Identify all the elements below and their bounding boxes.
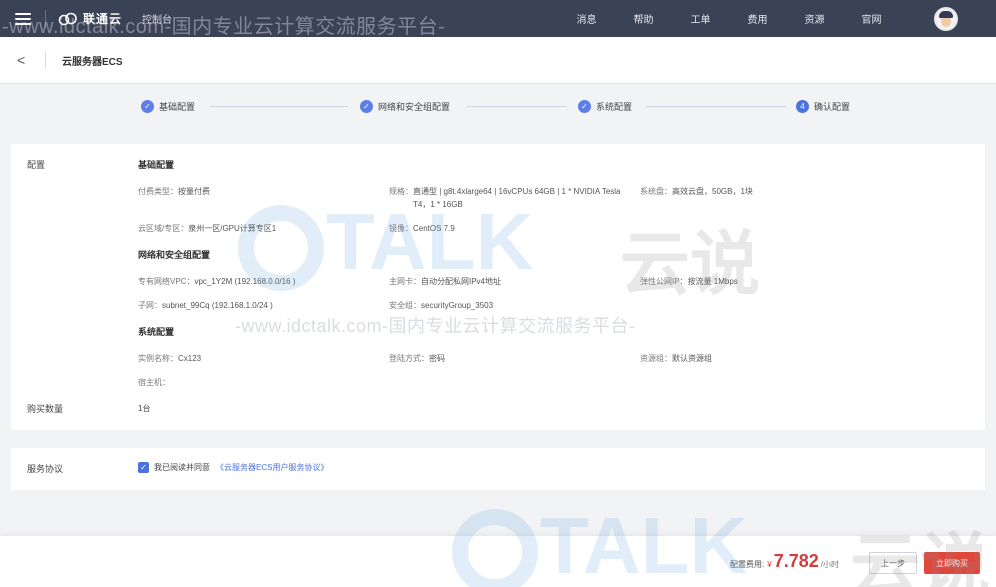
watermark-url-mid: -www.idctalk.com-国内专业云计算交流服务平台- — [235, 316, 636, 336]
section-title-network: 网络和安全组配置 — [138, 250, 211, 260]
agreement-card: 服务协议 ✓ 我已阅读并同意 《云服务器ECS用户服务协议》 — [11, 448, 985, 490]
login-method: 登陆方式：密码 — [389, 354, 445, 363]
step-label: 基础配置 — [159, 102, 196, 112]
currency-symbol: ¥ — [767, 560, 772, 569]
step-label: 确认配置 — [814, 102, 851, 112]
step-network[interactable]: ✓ 网络和安全组配置 — [360, 100, 450, 113]
agreement-link[interactable]: 《云服务器ECS用户服务协议》 — [216, 463, 328, 472]
watermark-logo-cn: 云说 — [620, 225, 760, 303]
security-group: 安全组：securityGroup_3503 — [389, 301, 494, 310]
watermark-logo-bottom: TALK — [450, 500, 747, 587]
agreement-label: 服务协议 — [27, 464, 64, 474]
step-confirm[interactable]: 4 确认配置 — [796, 100, 850, 113]
wizard-steps: ✓ 基础配置 ✓ 网络和安全组配置 ✓ 系统配置 4 确认配置 — [0, 84, 996, 130]
watermark-logo-cn-bottom: 云说 — [850, 527, 990, 587]
agreement-checkbox[interactable]: ✓ — [138, 462, 149, 473]
section-title-system: 系统配置 — [138, 327, 175, 337]
check-icon: ✓ — [141, 100, 154, 113]
price-unit: /小时 — [820, 560, 839, 569]
config-label: 配置 — [27, 160, 46, 170]
nav-resources[interactable]: 资源 — [786, 11, 843, 26]
nav-help[interactable]: 帮助 — [615, 11, 672, 26]
step-number: 4 — [796, 100, 809, 113]
step-connector — [646, 106, 786, 107]
instance-name: 实例名称：Cx123 — [138, 354, 202, 363]
nav-billing[interactable]: 费用 — [729, 11, 786, 26]
check-icon: ✓ — [578, 100, 591, 113]
resource-group: 资源组：默认资源组 — [640, 354, 712, 363]
step-basic[interactable]: ✓ 基础配置 — [141, 100, 195, 113]
step-connector — [467, 106, 567, 107]
subnet: 子网：subnet_99Cq (192.168.1.0/24 ) — [138, 301, 273, 310]
header-divider — [45, 51, 46, 69]
section-title-basic: 基础配置 — [138, 160, 175, 170]
nav-messages[interactable]: 消息 — [558, 11, 615, 26]
watermark-logo-icon — [238, 204, 324, 291]
quantity-value: 1台 — [138, 404, 151, 413]
page-header: < 云服务器ECS — [0, 37, 996, 84]
billing-type: 付费类型：按量付费 — [138, 187, 210, 196]
check-icon: ✓ — [360, 100, 373, 113]
watermark-logo: TALK — [236, 196, 533, 293]
host-machine: 宿主机： — [138, 378, 170, 387]
step-connector — [210, 106, 348, 107]
quantity-label: 购买数量 — [27, 404, 64, 414]
nav-tickets[interactable]: 工单 — [672, 11, 729, 26]
nav-official-site[interactable]: 官网 — [843, 11, 900, 26]
agreement-text: 我已阅读并同意 《云服务器ECS用户服务协议》 — [154, 463, 329, 472]
nav-links: 消息 帮助 工单 费用 资源 官网 — [558, 11, 900, 26]
step-label: 网络和安全组配置 — [378, 102, 451, 112]
user-avatar[interactable] — [934, 6, 958, 31]
step-system[interactable]: ✓ 系统配置 — [578, 100, 632, 113]
page-title: 云服务器ECS — [62, 56, 123, 68]
watermark-url-top: -www.idctalk.com-国内专业云计算交流服务平台- — [2, 16, 446, 38]
step-label: 系统配置 — [596, 102, 633, 112]
avatar-hair — [939, 10, 953, 18]
watermark-logo-icon — [452, 508, 538, 587]
system-disk: 系统盘：高效云盘，50GB，1块 — [640, 187, 753, 196]
back-arrow-icon[interactable]: < — [17, 52, 31, 68]
price-value: 7.782 — [773, 551, 819, 571]
